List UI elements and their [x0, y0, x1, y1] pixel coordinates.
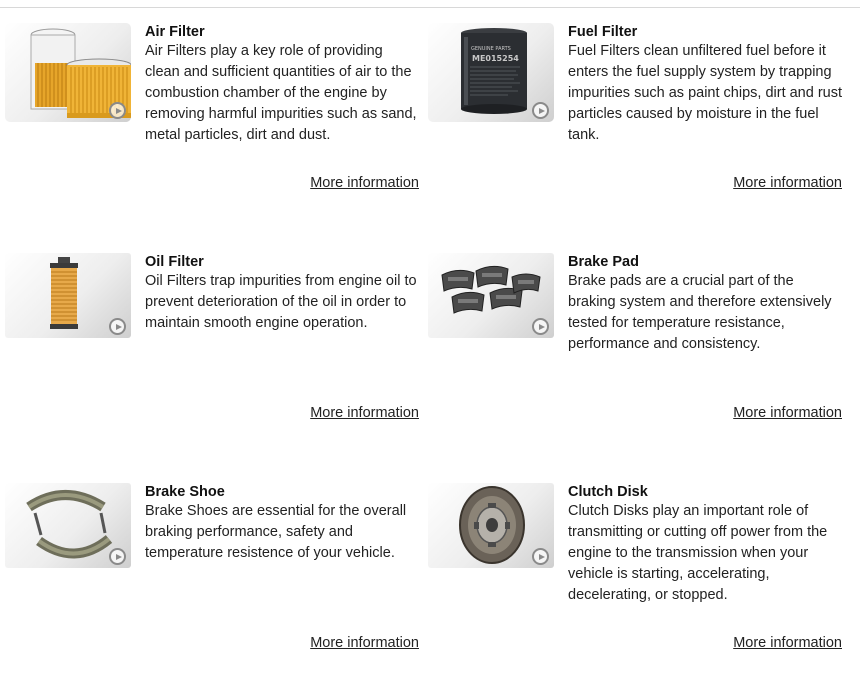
product-card-brake-pad: Brake Pad Brake pads are a crucial part …: [428, 253, 842, 453]
more-information-link[interactable]: More information: [733, 634, 842, 652]
product-title: Brake Pad: [568, 254, 639, 270]
top-divider: [0, 7, 860, 8]
product-description: Brake Shoes are essential for the overal…: [145, 503, 407, 561]
product-card-oil-filter: Oil Filter Oil Filters trap impurities f…: [5, 253, 419, 453]
product-description: Brake pads are a crucial part of the bra…: [568, 273, 832, 352]
product-description: Air Filters play a key role of providing…: [145, 43, 417, 143]
play-icon[interactable]: [532, 318, 549, 335]
product-title: Oil Filter: [145, 254, 204, 270]
more-information-link[interactable]: More information: [310, 174, 419, 192]
play-icon[interactable]: [109, 102, 126, 119]
play-icon[interactable]: [109, 318, 126, 335]
product-title: Fuel Filter: [568, 24, 638, 40]
brake-shoe-image[interactable]: [5, 483, 131, 568]
fuel-filter-part-number: ME015254: [472, 54, 519, 63]
more-information-link[interactable]: More information: [310, 404, 419, 422]
product-title: Brake Shoe: [145, 484, 225, 500]
air-filter-image[interactable]: [5, 23, 131, 122]
brake-pad-image[interactable]: [428, 253, 554, 338]
more-information-link[interactable]: More information: [733, 174, 842, 192]
more-information-link[interactable]: More information: [733, 404, 842, 422]
more-information-link[interactable]: More information: [310, 634, 419, 652]
clutch-disk-image[interactable]: [428, 483, 554, 568]
product-description: Oil Filters trap impurities from engine …: [145, 273, 417, 331]
oil-filter-image[interactable]: [5, 253, 131, 338]
svg-text:GENUINE PARTS: GENUINE PARTS: [471, 46, 511, 52]
product-card-fuel-filter: GENUINE PARTS ME015254 Fuel Filter Fuel …: [428, 23, 842, 223]
product-title: Air Filter: [145, 24, 205, 40]
product-title: Clutch Disk: [568, 484, 648, 500]
play-icon[interactable]: [532, 548, 549, 565]
play-icon[interactable]: [532, 102, 549, 119]
product-description: Fuel Filters clean unfiltered fuel befor…: [568, 43, 843, 143]
product-description: Clutch Disks play an important role of t…: [568, 503, 828, 603]
play-icon[interactable]: [109, 548, 126, 565]
product-card-air-filter: Air Filter Air Filters play a key role o…: [5, 23, 419, 223]
product-card-brake-shoe: Brake Shoe Brake Shoes are essential for…: [5, 483, 419, 683]
fuel-filter-image[interactable]: GENUINE PARTS ME015254: [428, 23, 554, 122]
product-card-clutch-disk: Clutch Disk Clutch Disks play an importa…: [428, 483, 842, 683]
